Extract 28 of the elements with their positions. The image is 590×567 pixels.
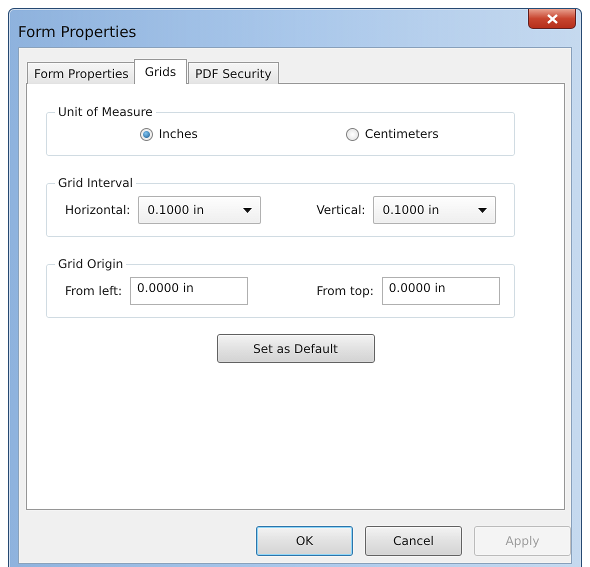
radio-option[interactable]: Centimeters [344,125,441,143]
window-title: Form Properties [18,23,136,41]
field-label: From left: [65,284,122,298]
radio-icon[interactable] [346,128,359,140]
dropdown-value: 0.1000 in [147,203,204,217]
dialog-button[interactable]: Cancel [365,526,462,556]
field-label: Horizontal: [65,203,130,217]
group-title: Grid Origin [57,257,124,271]
caret-icon [243,208,252,212]
input-field[interactable]: 0.0000 in [382,277,500,305]
field-label: From top: [316,284,374,298]
group-title: Grid Interval [57,176,134,190]
dropdown-value: 0.1000 in [382,203,440,217]
radio-icon[interactable] [140,128,153,140]
dialog-button[interactable]: OK [256,526,353,556]
close-icon [546,14,558,24]
tab[interactable]: Form Properties [27,62,136,84]
close-button[interactable] [528,9,576,29]
tab[interactable]: Grids [134,59,188,84]
dropdown[interactable]: 0.1000 in [138,196,262,224]
input-field[interactable]: 0.0000 in [130,277,248,305]
tab[interactable]: PDF Security [188,62,279,84]
radio-option[interactable]: Inches [138,125,200,143]
set-default-button[interactable]: Set as Default [216,334,374,363]
caret-icon [478,208,488,212]
group-title: Unit of Measure [57,105,154,119]
field-label: Vertical: [316,203,366,217]
dropdown[interactable]: 0.1000 in [373,196,496,224]
